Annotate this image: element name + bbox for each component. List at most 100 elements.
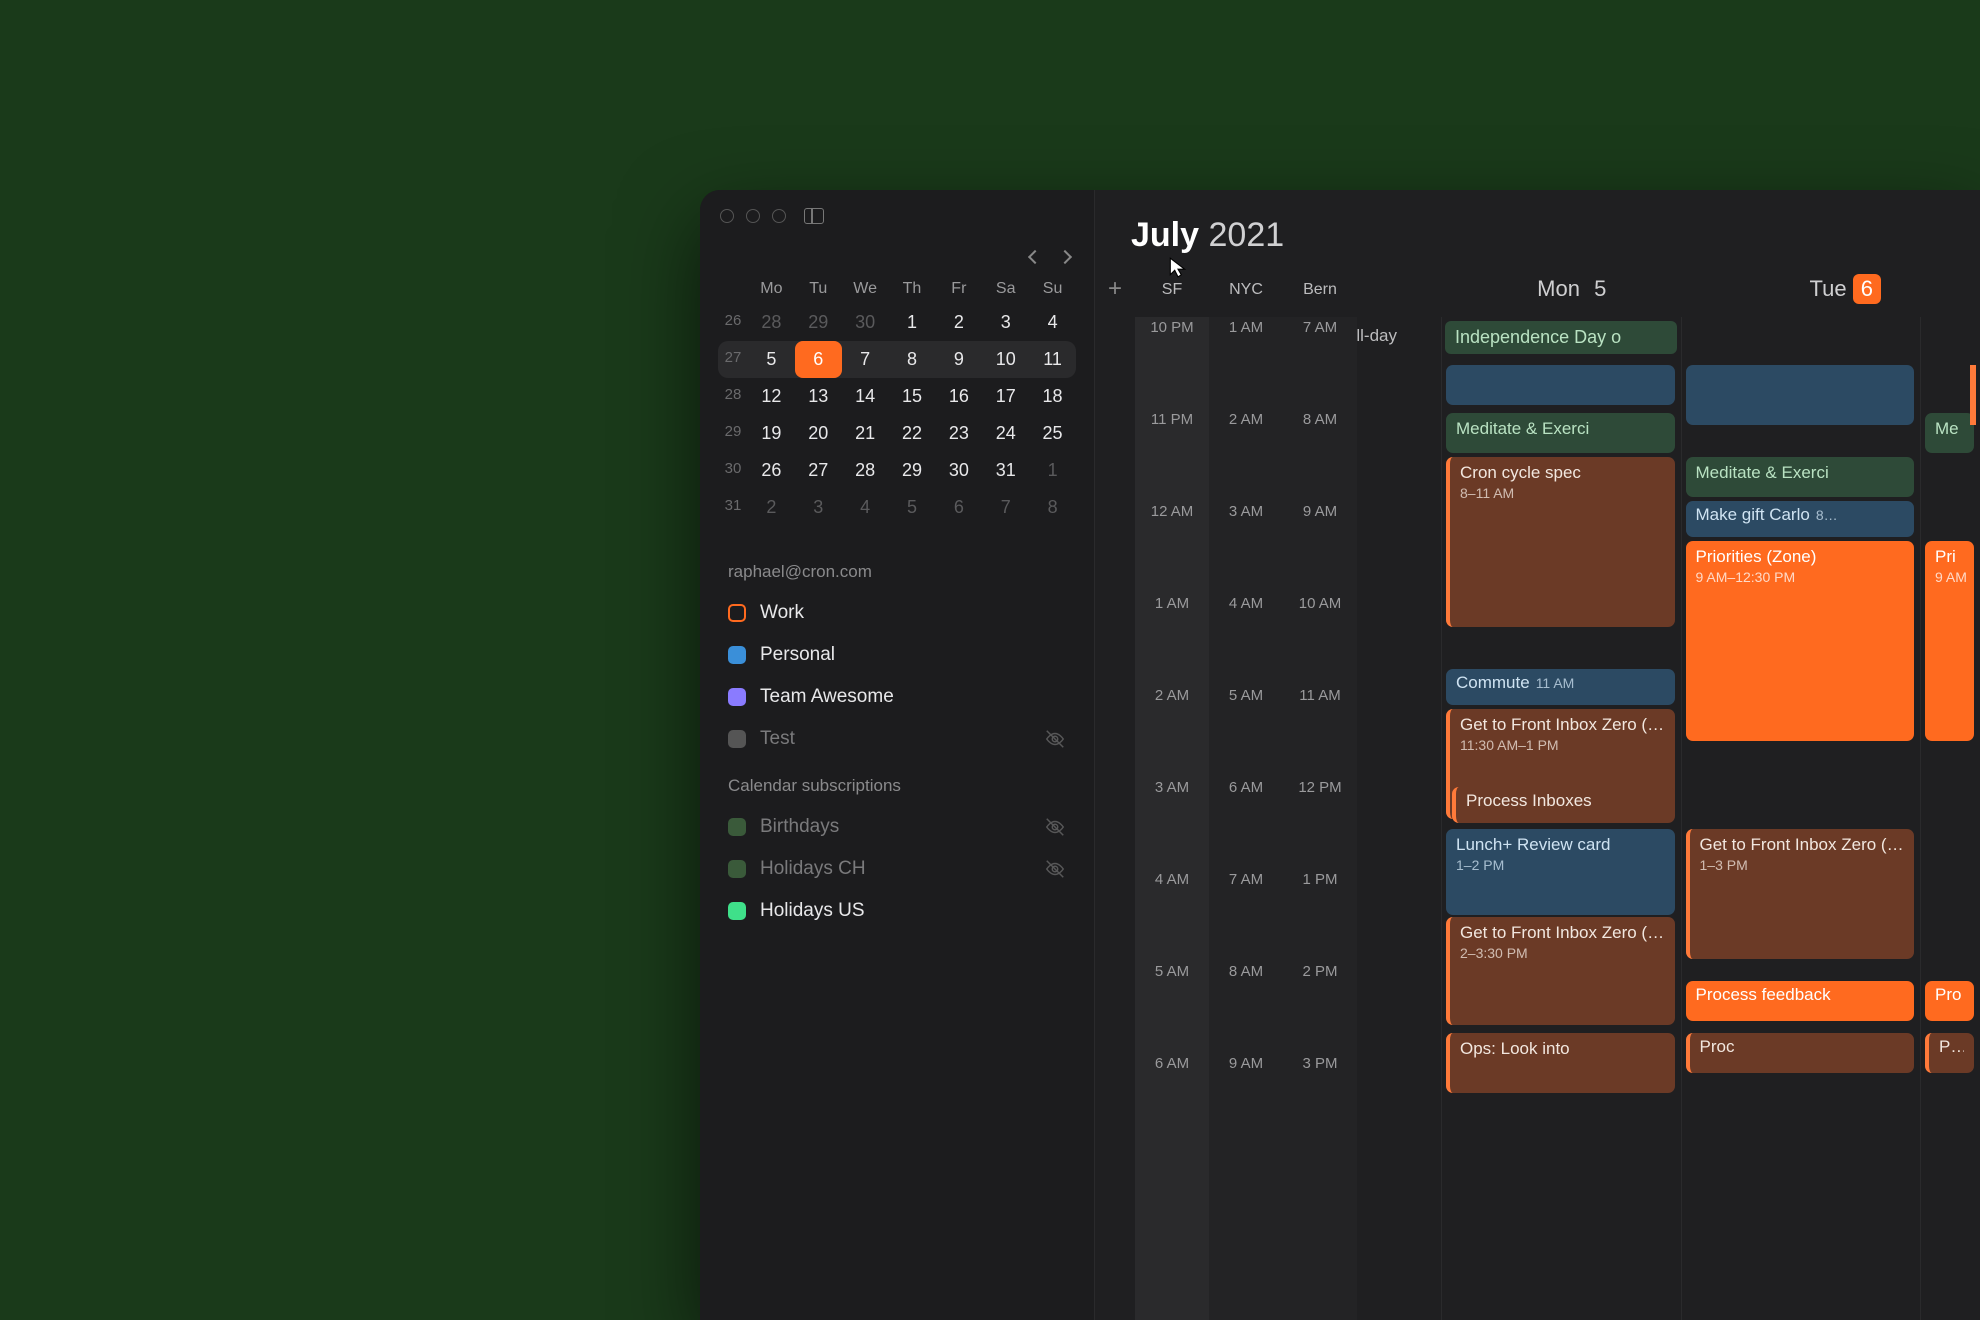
event[interactable]: [1970, 365, 1980, 425]
mini-day[interactable]: 8: [1029, 489, 1076, 526]
mini-day[interactable]: 28: [748, 304, 795, 341]
allday-event[interactable]: Independence Day o: [1445, 321, 1677, 354]
calendar-item[interactable]: Team Awesome: [700, 676, 1094, 718]
event[interactable]: Process Inboxes: [1452, 787, 1675, 823]
day-column-wed-edge[interactable]: Me Pri9 AM Pro Pro: [1920, 317, 1980, 1320]
visibility-off-icon[interactable]: [1044, 728, 1066, 750]
mini-day[interactable]: 14: [842, 378, 889, 415]
mini-day[interactable]: 1: [1029, 452, 1076, 489]
mini-week-row[interactable]: 312345678: [718, 489, 1076, 526]
event[interactable]: Get to Front Inbox Zero (2/3)1–3 PM: [1686, 829, 1915, 959]
event[interactable]: Process feedback: [1686, 981, 1915, 1021]
calendar-item[interactable]: Work: [700, 592, 1094, 634]
event[interactable]: Meditate & Exerci: [1686, 457, 1915, 497]
event[interactable]: Make gift Carlo8…: [1686, 501, 1915, 537]
event[interactable]: [1446, 365, 1675, 405]
mini-day[interactable]: 3: [982, 304, 1029, 341]
mini-day[interactable]: 7: [982, 489, 1029, 526]
event[interactable]: Ops: Look into: [1446, 1033, 1675, 1093]
calendar-color-swatch[interactable]: [728, 604, 746, 622]
visibility-off-icon[interactable]: [1044, 816, 1066, 838]
mini-week-row[interactable]: 262829301234: [718, 304, 1076, 341]
calendar-color-swatch[interactable]: [728, 688, 746, 706]
mini-day[interactable]: 5: [889, 489, 936, 526]
event[interactable]: [1686, 365, 1915, 425]
mini-day[interactable]: 2: [748, 489, 795, 526]
mini-day[interactable]: 28: [842, 452, 889, 489]
mini-day[interactable]: 11: [1029, 341, 1076, 378]
add-event-button[interactable]: +: [1095, 275, 1135, 303]
mini-day[interactable]: 25: [1029, 415, 1076, 452]
mini-day[interactable]: 1: [889, 304, 936, 341]
mini-day[interactable]: 4: [1029, 304, 1076, 341]
event[interactable]: Proc: [1686, 1033, 1915, 1073]
mini-day[interactable]: 16: [935, 378, 982, 415]
mini-week-row[interactable]: 2812131415161718: [718, 378, 1076, 415]
event[interactable]: Me: [1925, 413, 1974, 453]
event[interactable]: Meditate & Exerci: [1446, 413, 1675, 453]
mini-day[interactable]: 17: [982, 378, 1029, 415]
prev-month-icon[interactable]: [1028, 250, 1042, 264]
mini-day[interactable]: 8: [889, 341, 936, 378]
mini-day[interactable]: 6: [935, 489, 982, 526]
calendar-color-swatch[interactable]: [728, 860, 746, 878]
mini-day[interactable]: 29: [795, 304, 842, 341]
subscription-item[interactable]: Holidays US: [700, 890, 1094, 932]
mini-day[interactable]: 20: [795, 415, 842, 452]
traffic-zoom-icon[interactable]: [772, 209, 786, 223]
mini-day[interactable]: 6: [795, 341, 842, 378]
mini-day[interactable]: 18: [1029, 378, 1076, 415]
traffic-close-icon[interactable]: [720, 209, 734, 223]
calendar-color-swatch[interactable]: [728, 730, 746, 748]
mini-day[interactable]: 24: [982, 415, 1029, 452]
mini-day[interactable]: 26: [748, 452, 795, 489]
mini-week-row[interactable]: 2919202122232425: [718, 415, 1076, 452]
event[interactable]: Pri9 AM: [1925, 541, 1974, 741]
mini-day[interactable]: 30: [842, 304, 889, 341]
mini-day[interactable]: 2: [935, 304, 982, 341]
sidebar-toggle-icon[interactable]: [804, 208, 824, 224]
tz-label-nyc[interactable]: NYC: [1209, 279, 1283, 299]
time-grid[interactable]: 10 PM11 PM12 AM1 AM2 AM3 AM4 AM5 AM6 AM …: [1095, 317, 1980, 1320]
event[interactable]: Pro: [1925, 981, 1974, 1021]
traffic-minimize-icon[interactable]: [746, 209, 760, 223]
subscription-item[interactable]: Holidays CH: [700, 848, 1094, 890]
visibility-off-icon[interactable]: [1044, 858, 1066, 880]
mini-day[interactable]: 10: [982, 341, 1029, 378]
mini-day[interactable]: 5: [748, 341, 795, 378]
calendar-color-swatch[interactable]: [728, 646, 746, 664]
mini-week-row[interactable]: 27567891011: [718, 341, 1076, 378]
day-header[interactable]: Tue 6: [1711, 274, 1980, 304]
mini-day[interactable]: 3: [795, 489, 842, 526]
next-month-icon[interactable]: [1058, 250, 1072, 264]
mini-day[interactable]: 15: [889, 378, 936, 415]
tz-label-bern[interactable]: Bern: [1283, 279, 1357, 299]
mini-day[interactable]: 21: [842, 415, 889, 452]
mini-day[interactable]: 12: [748, 378, 795, 415]
mini-day[interactable]: 22: [889, 415, 936, 452]
mini-day[interactable]: 19: [748, 415, 795, 452]
calendar-color-swatch[interactable]: [728, 818, 746, 836]
mini-day[interactable]: 9: [935, 341, 982, 378]
calendar-item[interactable]: Test: [700, 718, 1094, 760]
subscription-item[interactable]: Birthdays: [700, 806, 1094, 848]
mini-calendar[interactable]: MoTuWeThFrSaSu 2628293012342756789101128…: [700, 268, 1094, 546]
mini-day[interactable]: 7: [842, 341, 889, 378]
mini-day[interactable]: 31: [982, 452, 1029, 489]
event[interactable]: Lunch+ Review card1–2 PM: [1446, 829, 1675, 915]
calendar-color-swatch[interactable]: [728, 902, 746, 920]
mini-day[interactable]: 4: [842, 489, 889, 526]
event[interactable]: Pro: [1925, 1033, 1974, 1073]
mini-week-row[interactable]: 302627282930311: [718, 452, 1076, 489]
calendar-item[interactable]: Personal: [700, 634, 1094, 676]
day-header[interactable]: Mon 5: [1441, 274, 1711, 304]
mini-day[interactable]: 30: [935, 452, 982, 489]
mini-day[interactable]: 29: [889, 452, 936, 489]
mini-day[interactable]: 13: [795, 378, 842, 415]
mini-day[interactable]: 27: [795, 452, 842, 489]
day-column-mon[interactable]: Meditate & ExerciCron cycle spec8–11 AMC…: [1441, 317, 1681, 1320]
tz-label-sf[interactable]: SF: [1135, 279, 1209, 299]
event[interactable]: Get to Front Inbox Zero (2/3)2–3:30 PM: [1446, 917, 1675, 1025]
mini-day[interactable]: 23: [935, 415, 982, 452]
day-column-tue[interactable]: Meditate & ExerciMake gift Carlo8…Priori…: [1681, 317, 1921, 1320]
